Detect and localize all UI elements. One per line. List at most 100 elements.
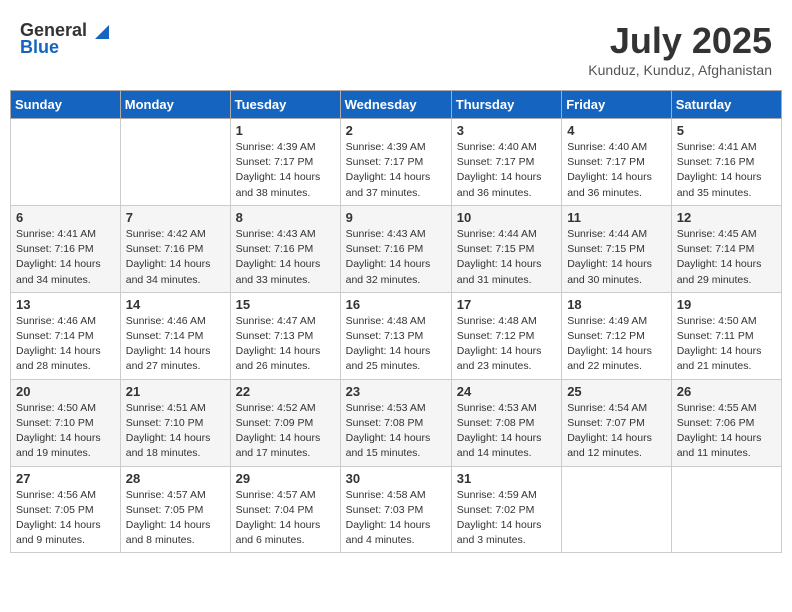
day-info: Sunrise: 4:56 AM Sunset: 7:05 PM Dayligh… [16, 488, 115, 549]
day-info: Sunrise: 4:52 AM Sunset: 7:09 PM Dayligh… [236, 401, 335, 462]
weekday-header-monday: Monday [120, 91, 230, 119]
title-area: July 2025 Kunduz, Kunduz, Afghanistan [588, 20, 772, 78]
calendar-cell [11, 119, 121, 206]
weekday-header-wednesday: Wednesday [340, 91, 451, 119]
week-row-3: 13 Sunrise: 4:46 AM Sunset: 7:14 PM Dayli… [11, 292, 782, 379]
day-number: 10 [457, 210, 556, 225]
weekday-header-sunday: Sunday [11, 91, 121, 119]
calendar-cell: 21Sunrise: 4:51 AM Sunset: 7:10 PM Dayli… [120, 379, 230, 466]
calendar-cell: 13 Sunrise: 4:46 AM Sunset: 7:14 PM Dayli… [11, 292, 121, 379]
calendar-cell [562, 466, 672, 553]
calendar-cell: 24 Sunrise: 4:53 AM Sunset: 7:08 PM Dayli… [451, 379, 561, 466]
calendar-cell [120, 119, 230, 206]
calendar-cell: 17 Sunrise: 4:48 AM Sunset: 7:12 PM Dayli… [451, 292, 561, 379]
day-info: Sunrise: 4:49 AM Sunset: 7:12 PM Dayligh… [567, 314, 666, 375]
day-info: Sunrise: 4:48 AM Sunset: 7:13 PM Dayligh… [346, 314, 446, 375]
day-number: 29 [236, 471, 335, 486]
day-number: 3 [457, 123, 556, 138]
day-info: Sunrise: 4:40 AM Sunset: 7:17 PM Dayligh… [567, 140, 666, 201]
day-info: Sunrise: 4:48 AM Sunset: 7:12 PM Dayligh… [457, 314, 556, 375]
weekday-header-saturday: Saturday [671, 91, 781, 119]
calendar-cell: 11 Sunrise: 4:44 AM Sunset: 7:15 PM Dayli… [562, 205, 672, 292]
day-info: Sunrise: 4:43 AM Sunset: 7:16 PM Dayligh… [236, 227, 335, 288]
day-number: 6 [16, 210, 115, 225]
day-number: 19 [677, 297, 776, 312]
day-number: 2 [346, 123, 446, 138]
day-number: 22 [236, 384, 335, 399]
day-number: 1 [236, 123, 335, 138]
day-number: 12 [677, 210, 776, 225]
day-info: Sunrise: 4:50 AM Sunset: 7:10 PM Dayligh… [16, 401, 115, 462]
calendar-cell: 18 Sunrise: 4:49 AM Sunset: 7:12 PM Dayli… [562, 292, 672, 379]
day-number: 20 [16, 384, 115, 399]
day-info: Sunrise: 4:46 AM Sunset: 7:14 PM Dayligh… [16, 314, 115, 375]
day-number: 9 [346, 210, 446, 225]
calendar-cell: 2 Sunrise: 4:39 AM Sunset: 7:17 PM Daylig… [340, 119, 451, 206]
week-row-1: 1 Sunrise: 4:39 AM Sunset: 7:17 PM Daylig… [11, 119, 782, 206]
day-info: Sunrise: 4:43 AM Sunset: 7:16 PM Dayligh… [346, 227, 446, 288]
logo-triangle-icon [89, 21, 109, 41]
logo: General Blue [20, 20, 109, 58]
day-number: 11 [567, 210, 666, 225]
day-info: Sunrise: 4:47 AM Sunset: 7:13 PM Dayligh… [236, 314, 335, 375]
day-info: Sunrise: 4:53 AM Sunset: 7:08 PM Dayligh… [346, 401, 446, 462]
day-info: Sunrise: 4:39 AM Sunset: 7:17 PM Dayligh… [346, 140, 446, 201]
day-number: 17 [457, 297, 556, 312]
location-subtitle: Kunduz, Kunduz, Afghanistan [588, 62, 772, 78]
calendar-cell: 23 Sunrise: 4:53 AM Sunset: 7:08 PM Dayli… [340, 379, 451, 466]
weekday-header-thursday: Thursday [451, 91, 561, 119]
calendar-cell: 12 Sunrise: 4:45 AM Sunset: 7:14 PM Dayli… [671, 205, 781, 292]
calendar-cell: 1Sunrise: 4:39 AM Sunset: 7:17 PM Daylig… [230, 119, 340, 206]
day-number: 16 [346, 297, 446, 312]
calendar-cell: 3Sunrise: 4:40 AM Sunset: 7:17 PM Daylig… [451, 119, 561, 206]
day-info: Sunrise: 4:44 AM Sunset: 7:15 PM Dayligh… [457, 227, 556, 288]
day-number: 4 [567, 123, 666, 138]
calendar-cell: 10 Sunrise: 4:44 AM Sunset: 7:15 PM Dayli… [451, 205, 561, 292]
day-info: Sunrise: 4:59 AM Sunset: 7:02 PM Dayligh… [457, 488, 556, 549]
calendar-cell: 30 Sunrise: 4:58 AM Sunset: 7:03 PM Dayli… [340, 466, 451, 553]
day-info: Sunrise: 4:57 AM Sunset: 7:05 PM Dayligh… [126, 488, 225, 549]
calendar-cell: 5Sunrise: 4:41 AM Sunset: 7:16 PM Daylig… [671, 119, 781, 206]
day-info: Sunrise: 4:57 AM Sunset: 7:04 PM Dayligh… [236, 488, 335, 549]
day-info: Sunrise: 4:44 AM Sunset: 7:15 PM Dayligh… [567, 227, 666, 288]
calendar-cell: 26 Sunrise: 4:55 AM Sunset: 7:06 PM Dayli… [671, 379, 781, 466]
day-number: 15 [236, 297, 335, 312]
calendar-cell: 22 Sunrise: 4:52 AM Sunset: 7:09 PM Dayli… [230, 379, 340, 466]
week-row-4: 20 Sunrise: 4:50 AM Sunset: 7:10 PM Dayli… [11, 379, 782, 466]
day-info: Sunrise: 4:55 AM Sunset: 7:06 PM Dayligh… [677, 401, 776, 462]
day-number: 13 [16, 297, 115, 312]
day-number: 18 [567, 297, 666, 312]
day-info: Sunrise: 4:54 AM Sunset: 7:07 PM Dayligh… [567, 401, 666, 462]
day-number: 30 [346, 471, 446, 486]
day-number: 7 [126, 210, 225, 225]
day-info: Sunrise: 4:58 AM Sunset: 7:03 PM Dayligh… [346, 488, 446, 549]
day-number: 27 [16, 471, 115, 486]
calendar-cell: 8 Sunrise: 4:43 AM Sunset: 7:16 PM Daylig… [230, 205, 340, 292]
day-number: 8 [236, 210, 335, 225]
calendar-cell: 16 Sunrise: 4:48 AM Sunset: 7:13 PM Dayli… [340, 292, 451, 379]
calendar-cell: 14Sunrise: 4:46 AM Sunset: 7:14 PM Dayli… [120, 292, 230, 379]
day-number: 24 [457, 384, 556, 399]
day-number: 5 [677, 123, 776, 138]
weekday-header-tuesday: Tuesday [230, 91, 340, 119]
calendar-cell: 27 Sunrise: 4:56 AM Sunset: 7:05 PM Dayli… [11, 466, 121, 553]
day-number: 26 [677, 384, 776, 399]
week-row-5: 27 Sunrise: 4:56 AM Sunset: 7:05 PM Dayli… [11, 466, 782, 553]
day-info: Sunrise: 4:51 AM Sunset: 7:10 PM Dayligh… [126, 401, 225, 462]
logo-blue-text: Blue [20, 37, 59, 58]
calendar-cell: 29 Sunrise: 4:57 AM Sunset: 7:04 PM Dayli… [230, 466, 340, 553]
day-info: Sunrise: 4:53 AM Sunset: 7:08 PM Dayligh… [457, 401, 556, 462]
calendar-cell: 15 Sunrise: 4:47 AM Sunset: 7:13 PM Dayli… [230, 292, 340, 379]
day-number: 28 [126, 471, 225, 486]
calendar-cell: 9 Sunrise: 4:43 AM Sunset: 7:16 PM Daylig… [340, 205, 451, 292]
day-number: 23 [346, 384, 446, 399]
day-info: Sunrise: 4:45 AM Sunset: 7:14 PM Dayligh… [677, 227, 776, 288]
calendar-cell: 4 Sunrise: 4:40 AM Sunset: 7:17 PM Daylig… [562, 119, 672, 206]
page-header: General Blue July 2025 Kunduz, Kunduz, A… [10, 10, 782, 84]
day-info: Sunrise: 4:41 AM Sunset: 7:16 PM Dayligh… [16, 227, 115, 288]
calendar-cell: 31Sunrise: 4:59 AM Sunset: 7:02 PM Dayli… [451, 466, 561, 553]
weekday-header-row: SundayMondayTuesdayWednesdayThursdayFrid… [11, 91, 782, 119]
calendar-cell: 25Sunrise: 4:54 AM Sunset: 7:07 PM Dayli… [562, 379, 672, 466]
calendar-table: SundayMondayTuesdayWednesdayThursdayFrid… [10, 90, 782, 553]
day-info: Sunrise: 4:46 AM Sunset: 7:14 PM Dayligh… [126, 314, 225, 375]
